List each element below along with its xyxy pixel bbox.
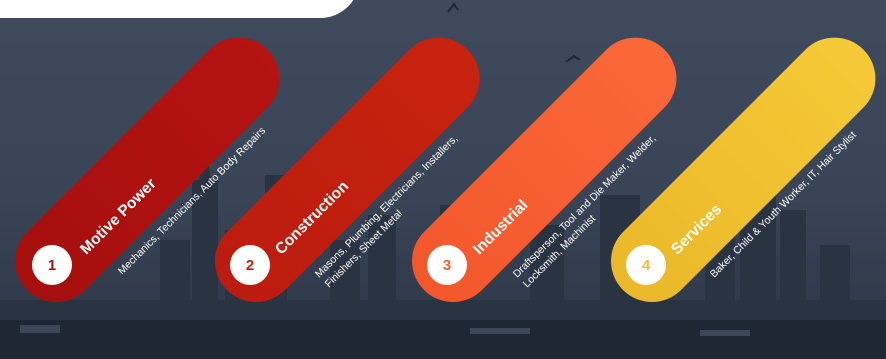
category-number-1: 1 (32, 245, 72, 285)
category-number-2: 2 (230, 245, 270, 285)
top-tab-shape (0, 0, 360, 18)
category-number-3: 3 (427, 245, 467, 285)
category-number-4: 4 (626, 245, 666, 285)
